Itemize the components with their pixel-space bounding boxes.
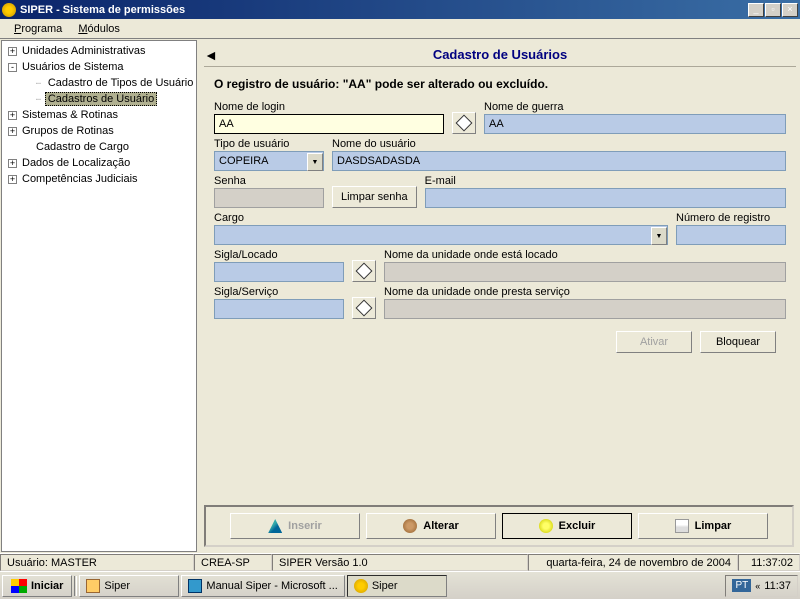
menubar: Programa Módulos xyxy=(0,19,800,39)
lookup-locado-button[interactable] xyxy=(352,260,376,282)
collapse-icon[interactable]: - xyxy=(8,63,17,72)
nav-tree[interactable]: +Unidades Administrativas -Usuários de S… xyxy=(1,40,197,552)
folder-icon xyxy=(86,579,100,593)
word-icon xyxy=(188,579,202,593)
label-cargo: Cargo xyxy=(214,212,668,224)
windows-icon xyxy=(11,579,27,593)
ativar-button[interactable]: Ativar xyxy=(616,331,692,353)
tree-item-dados-loc[interactable]: +Dados de Localização xyxy=(2,155,196,171)
inserir-button[interactable]: Inserir xyxy=(230,513,360,539)
label-numero-registro: Número de registro xyxy=(676,212,786,224)
email-input[interactable] xyxy=(425,188,786,208)
expand-icon[interactable]: + xyxy=(8,127,17,136)
content-panel: ◄ Cadastro de Usuários O registro de usu… xyxy=(198,39,800,553)
tray-clock[interactable]: 11:37 xyxy=(764,580,791,592)
edit-icon xyxy=(403,519,417,533)
nome-guerra-input[interactable] xyxy=(484,114,786,134)
back-arrow-icon[interactable]: ◄ xyxy=(204,47,218,63)
delete-icon xyxy=(539,519,553,533)
diamond-icon xyxy=(356,263,373,280)
menu-programa[interactable]: Programa xyxy=(6,21,70,37)
language-indicator[interactable]: PT xyxy=(732,579,751,592)
close-button[interactable]: × xyxy=(782,3,798,17)
tree-item-usuarios[interactable]: -Usuários de Sistema xyxy=(2,59,196,75)
page-title: Cadastro de Usuários xyxy=(433,47,567,62)
task-item-siper-app[interactable]: Siper xyxy=(347,575,447,597)
label-nome-guerra: Nome de guerra xyxy=(484,101,786,113)
nome-usuario-input[interactable] xyxy=(332,151,786,171)
label-unidade-servico: Nome da unidade onde presta serviço xyxy=(384,286,786,298)
nome-login-input[interactable] xyxy=(214,114,444,134)
status-date: quarta-feira, 24 de novembro de 2004 xyxy=(528,554,738,571)
footer-button-bar: Inserir Alterar Excluir Limpar xyxy=(204,505,794,547)
senha-input[interactable] xyxy=(214,188,324,208)
label-sigla-servico: Sigla/Serviço xyxy=(214,286,344,298)
excluir-button[interactable]: Excluir xyxy=(502,513,632,539)
tree-item-cadastros-usuario[interactable]: ┈Cadastros de Usuário xyxy=(2,91,196,107)
label-email: E-mail xyxy=(425,175,786,187)
label-nome-usuario: Nome do usuário xyxy=(332,138,786,150)
window-title: SIPER - Sistema de permissões xyxy=(20,4,185,16)
expand-icon[interactable]: + xyxy=(8,175,17,184)
status-org: CREA-SP xyxy=(194,554,272,571)
lookup-servico-button[interactable] xyxy=(352,297,376,319)
unidade-locado-input[interactable] xyxy=(384,262,786,282)
taskbar: Iniciar Siper Manual Siper - Microsoft .… xyxy=(0,571,800,599)
tree-item-cadastro-cargo[interactable]: Cadastro de Cargo xyxy=(2,139,196,155)
system-tray: PT « 11:37 xyxy=(725,575,798,597)
chevron-down-icon[interactable]: ▼ xyxy=(307,153,323,171)
sigla-servico-input[interactable] xyxy=(214,299,344,319)
tree-item-competencias[interactable]: +Competências Judiciais xyxy=(2,171,196,187)
app-icon xyxy=(354,579,368,593)
unidade-servico-input[interactable] xyxy=(384,299,786,319)
status-version: SIPER Versão 1.0 xyxy=(272,554,528,571)
diamond-icon xyxy=(356,300,373,317)
expand-icon[interactable]: + xyxy=(8,159,17,168)
label-unidade-locado: Nome da unidade onde está locado xyxy=(384,249,786,261)
insert-icon xyxy=(268,519,282,533)
leaf-icon xyxy=(22,143,31,152)
expand-icon[interactable]: + xyxy=(8,111,17,120)
diamond-icon xyxy=(456,115,473,132)
branch-icon: ┈ xyxy=(36,95,41,104)
window-titlebar: SIPER - Sistema de permissões _ ▫ × xyxy=(0,0,800,19)
tree-item-sistemas[interactable]: +Sistemas & Rotinas xyxy=(2,107,196,123)
cargo-select[interactable] xyxy=(214,225,668,245)
app-icon xyxy=(2,3,16,17)
page-subtitle: O registro de usuário: "AA" pode ser alt… xyxy=(204,77,796,91)
tree-item-cadastro-tipos[interactable]: ┈Cadastro de Tipos de Usuário xyxy=(2,75,196,91)
start-button[interactable]: Iniciar xyxy=(2,575,72,597)
tree-item-grupos[interactable]: +Grupos de Rotinas xyxy=(2,123,196,139)
branch-icon: ┈ xyxy=(36,79,41,88)
bloquear-button[interactable]: Bloquear xyxy=(700,331,776,353)
lookup-login-button[interactable] xyxy=(452,112,476,134)
maximize-button[interactable]: ▫ xyxy=(765,3,781,17)
alterar-button[interactable]: Alterar xyxy=(366,513,496,539)
label-nome-login: Nome de login xyxy=(214,101,444,113)
tray-expand-icon[interactable]: « xyxy=(755,581,760,591)
limpar-senha-button[interactable]: Limpar senha xyxy=(332,186,417,208)
minimize-button[interactable]: _ xyxy=(748,3,764,17)
status-time: 11:37:02 xyxy=(738,554,800,571)
main-area: +Unidades Administrativas -Usuários de S… xyxy=(0,39,800,553)
menu-modulos[interactable]: Módulos xyxy=(70,21,128,37)
tree-item-unidades[interactable]: +Unidades Administrativas xyxy=(2,43,196,59)
limpar-button[interactable]: Limpar xyxy=(638,513,768,539)
chevron-down-icon[interactable]: ▼ xyxy=(651,227,667,245)
user-form: Nome de login Nome de guerra Tipo de usu… xyxy=(204,101,796,353)
numero-registro-input[interactable] xyxy=(676,225,786,245)
statusbar: Usuário: MASTER CREA-SP SIPER Versão 1.0… xyxy=(0,553,800,571)
label-senha: Senha xyxy=(214,175,324,187)
clear-icon xyxy=(675,519,689,533)
label-sigla-locado: Sigla/Locado xyxy=(214,249,344,261)
task-item-siper-folder[interactable]: Siper xyxy=(79,575,179,597)
label-tipo-usuario: Tipo de usuário xyxy=(214,138,324,150)
expand-icon[interactable]: + xyxy=(8,47,17,56)
sigla-locado-input[interactable] xyxy=(214,262,344,282)
task-item-word[interactable]: Manual Siper - Microsoft ... xyxy=(181,575,344,597)
taskbar-divider xyxy=(74,576,77,596)
status-user: Usuário: MASTER xyxy=(0,554,194,571)
